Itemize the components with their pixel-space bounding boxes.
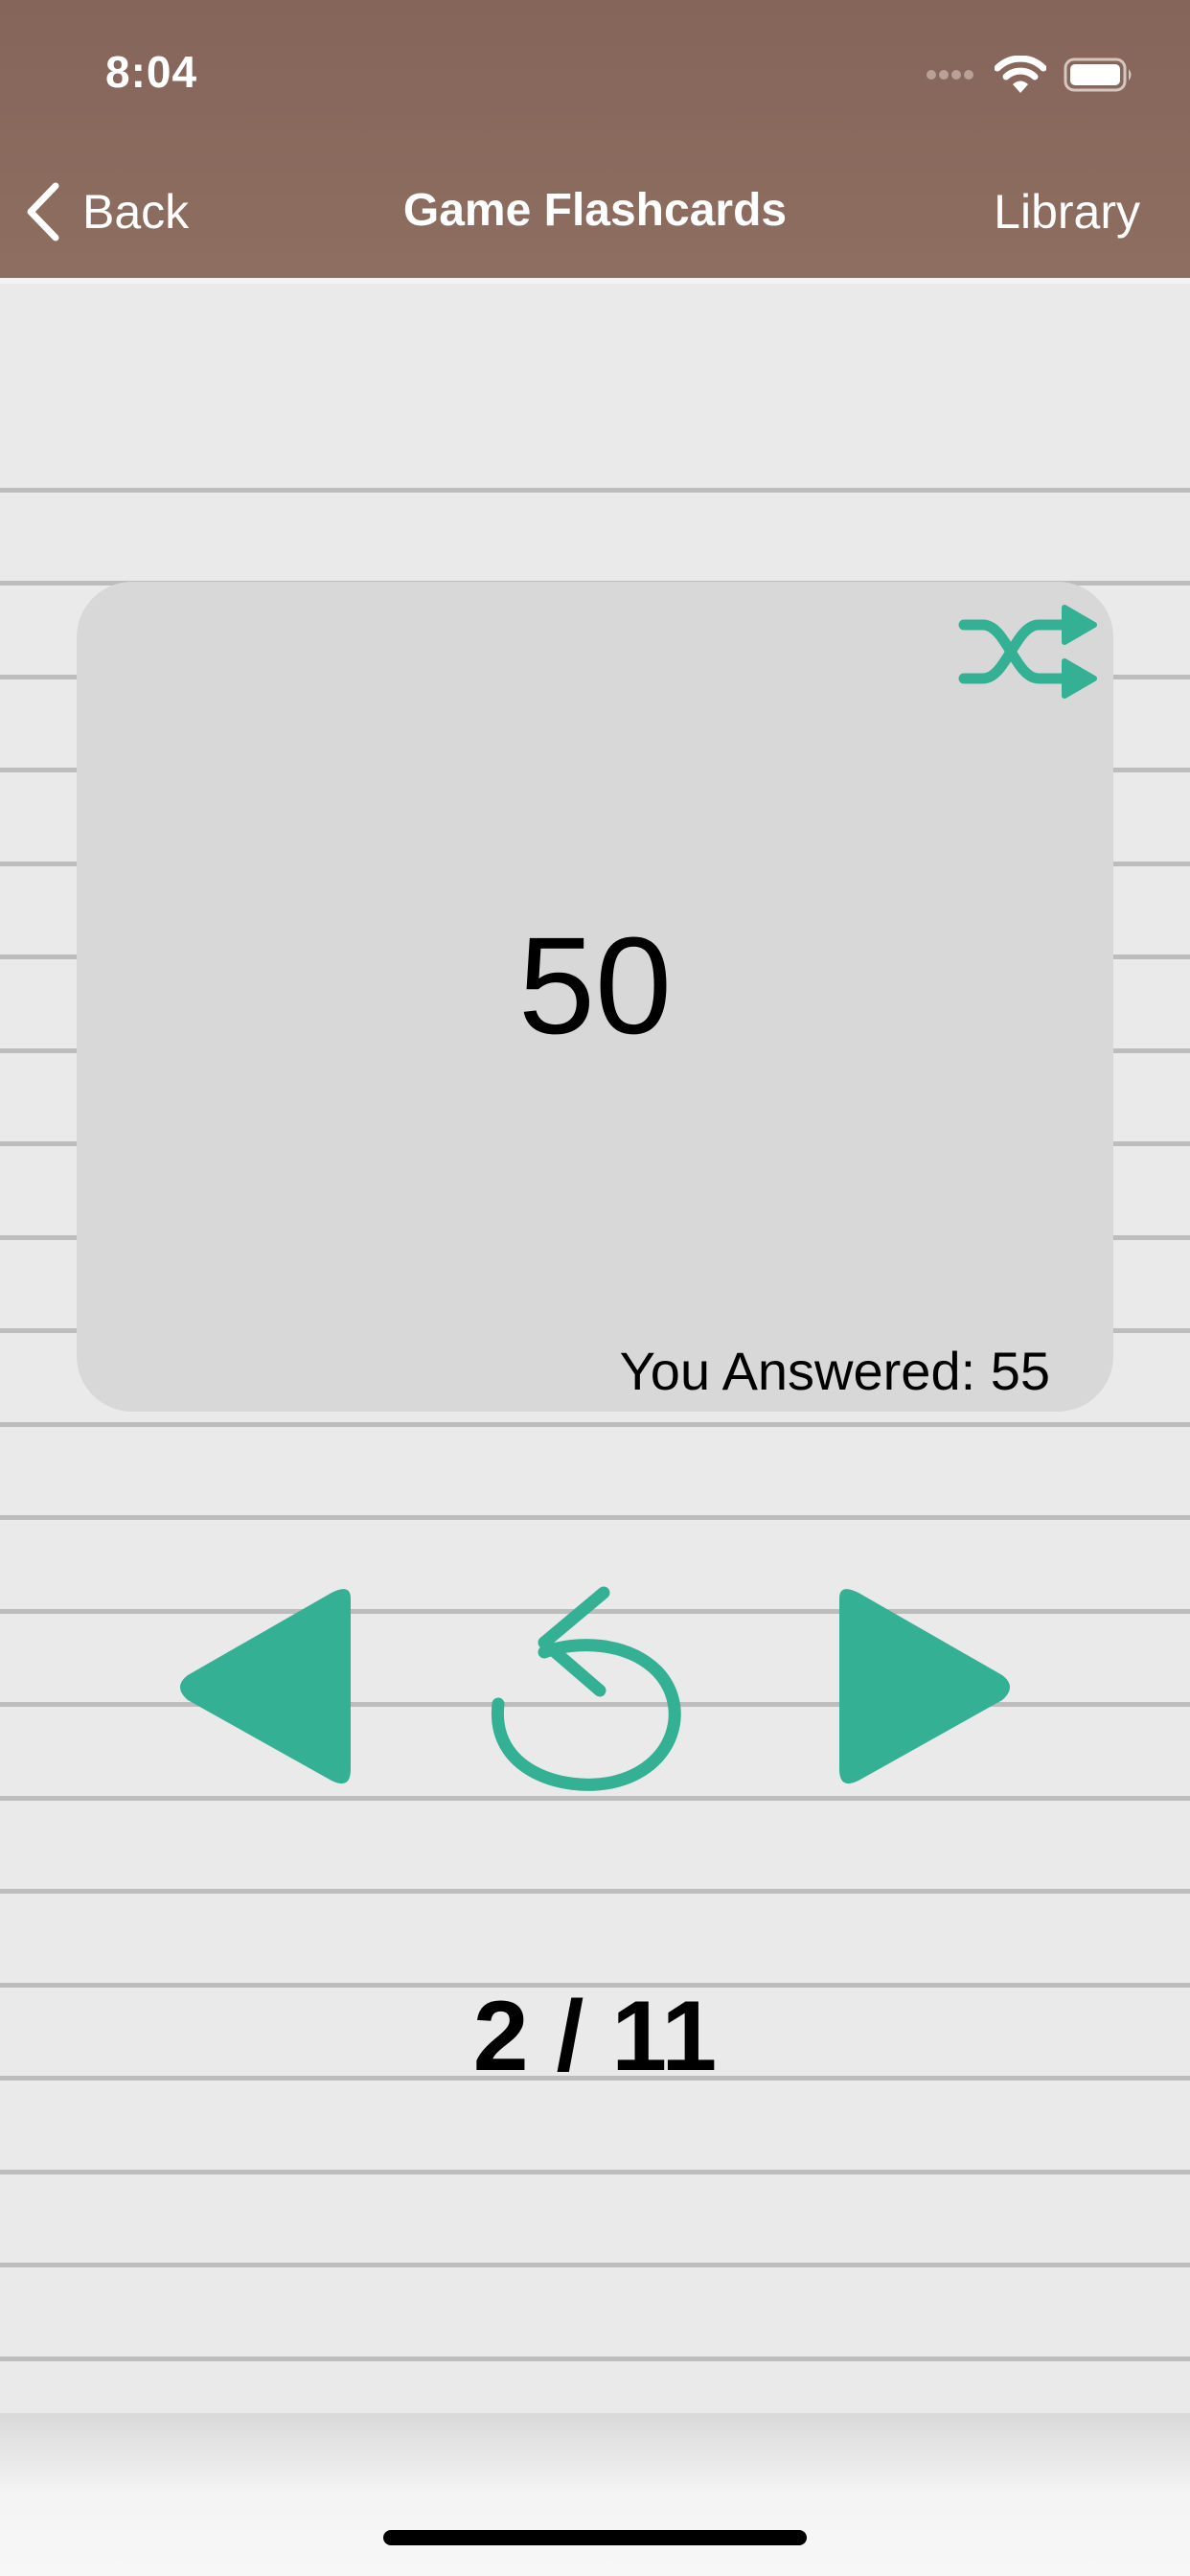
shuffle-icon <box>958 605 1097 699</box>
triangle-right-icon <box>839 1589 1010 1784</box>
home-indicator[interactable] <box>383 2530 807 2545</box>
status-time: 8:04 <box>105 47 198 97</box>
triangle-left-icon <box>180 1589 351 1784</box>
battery-icon <box>1064 58 1132 92</box>
library-button[interactable]: Library <box>994 184 1140 240</box>
cellular-signal-icon <box>927 70 973 80</box>
rule-line <box>0 488 1190 493</box>
rule-line <box>0 2357 1190 2361</box>
next-card-button[interactable] <box>820 1581 1021 1792</box>
shuffle-button[interactable] <box>947 593 1100 718</box>
undo-icon <box>491 1586 681 1791</box>
rule-line <box>0 2170 1190 2174</box>
status-indicators <box>926 56 1134 94</box>
rule-line <box>0 1422 1190 1427</box>
rule-line <box>0 1889 1190 1894</box>
bottom-safe-area <box>0 2413 1190 2576</box>
card-value: 50 <box>517 908 673 1063</box>
card-counter: 2 / 11 <box>472 1981 718 2092</box>
rule-line <box>0 2263 1190 2267</box>
answer-label: You Answered: 55 <box>619 1341 1050 1401</box>
navigation-header: 8:04 Back Game Flashcards Library <box>0 0 1190 278</box>
wifi-icon <box>995 56 1046 93</box>
previous-card-button[interactable] <box>169 1581 370 1792</box>
rule-line <box>0 1515 1190 1520</box>
flip-card-button[interactable] <box>487 1572 707 1802</box>
flashcard[interactable]: 50 You Answered: 55 <box>77 582 1113 1412</box>
